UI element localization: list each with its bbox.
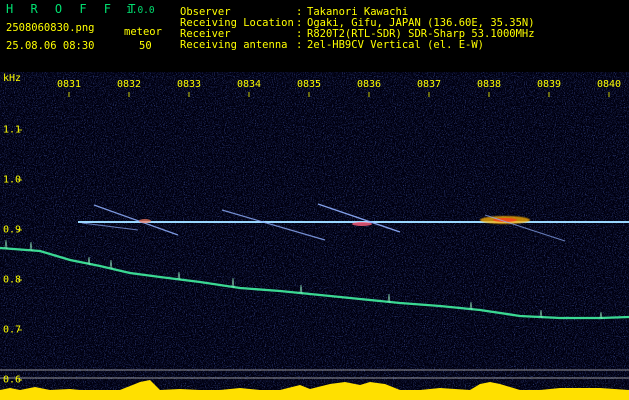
- spectrogram: [0, 72, 629, 400]
- x-tick-label: 0836: [356, 79, 382, 90]
- meteor-label: meteor: [124, 26, 162, 38]
- x-tick-label: 0837: [416, 79, 442, 90]
- y-tick-label: 0.6: [3, 374, 22, 386]
- meteor-echo: [139, 219, 151, 223]
- x-tick-label: 0839: [536, 79, 562, 90]
- x-tick-label: 0838: [476, 79, 502, 90]
- y-tick-label: 0.7: [3, 324, 22, 336]
- x-tick-label: 0840: [596, 79, 622, 90]
- y-tick-label: 0.9: [3, 224, 22, 236]
- meteor-echo: [352, 222, 372, 226]
- file-datetime: 25.08.06 08:30: [6, 40, 95, 52]
- x-tick-label: 0833: [176, 79, 202, 90]
- info-sep: :: [296, 39, 303, 51]
- x-tick-label: 0831: [56, 79, 82, 90]
- info-value-antenna: 2el-HB9CV Vertical (el. E-W): [307, 39, 485, 51]
- x-tick-label: 0834: [236, 79, 262, 90]
- x-tick-label: 0835: [296, 79, 322, 90]
- header-panel: H R O F F T 1.0.0 2508060830.png 25.08.0…: [0, 0, 629, 72]
- info-key-antenna: Receiving antenna: [180, 39, 288, 51]
- y-tick-label: 1.0: [3, 174, 22, 186]
- noise-texture: [0, 72, 629, 400]
- y-tick-label: 1.1: [3, 124, 22, 136]
- y-axis-unit: kHz: [3, 73, 22, 84]
- app-title: H R O F F T: [6, 2, 141, 16]
- file-name: 2508060830.png: [6, 22, 95, 34]
- x-tick-label: 0832: [116, 79, 142, 90]
- meteor-count: 50: [139, 40, 152, 52]
- app-version: 1.0.0: [126, 5, 155, 16]
- y-tick-label: 0.8: [3, 274, 22, 286]
